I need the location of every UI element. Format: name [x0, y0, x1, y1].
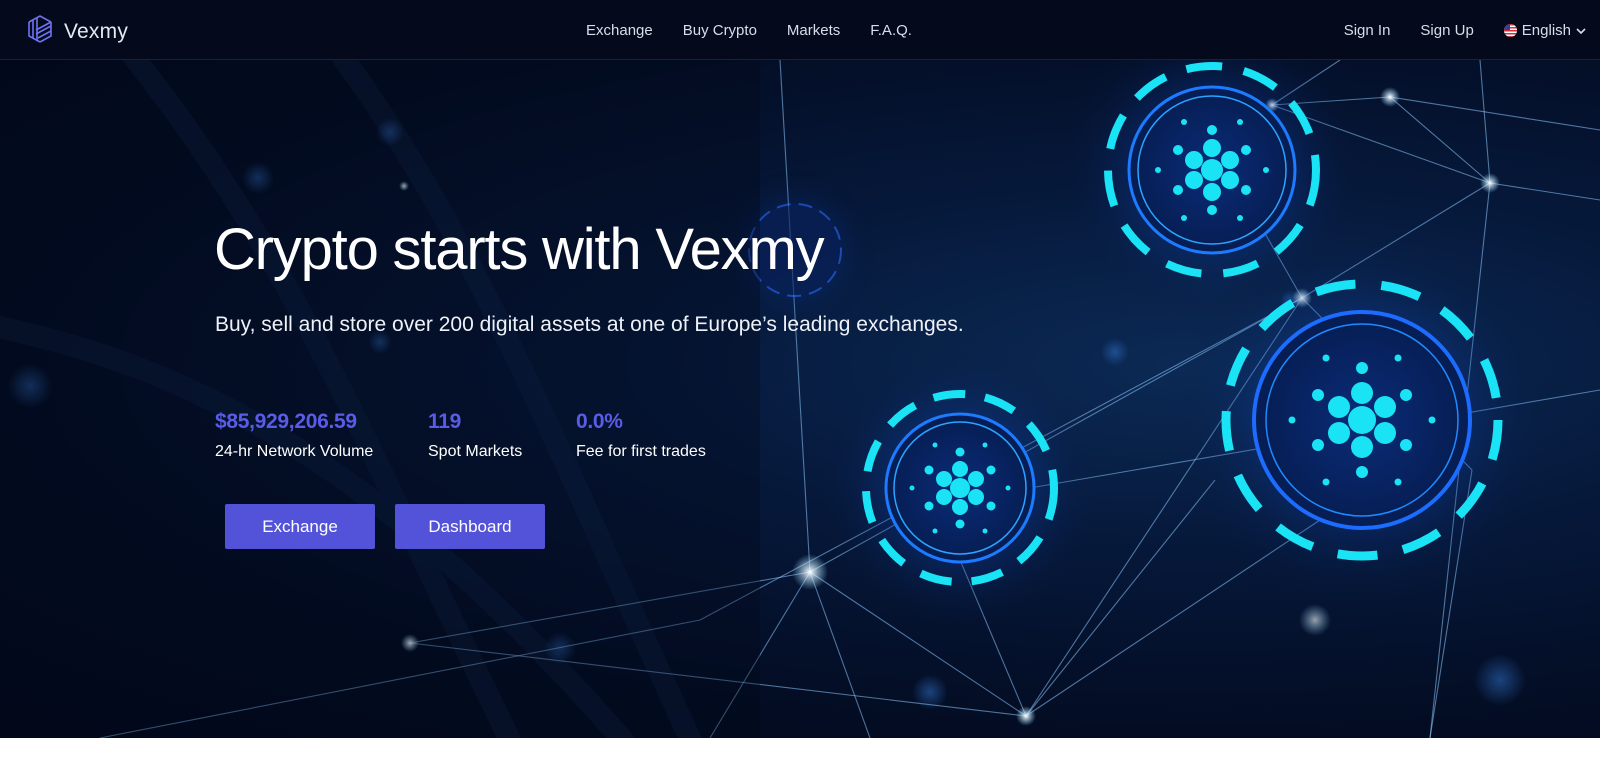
stat-trade-fee: 0.0% Fee for first trades [576, 410, 706, 461]
stat-label: Fee for first trades [576, 443, 706, 460]
brand-name: Vexmy [64, 19, 129, 43]
stat-value: 0.0% [576, 410, 623, 433]
account-nav: Sign In Sign Up English [1344, 0, 1586, 60]
nav-markets-link[interactable]: Markets [787, 22, 840, 39]
sign-in-link[interactable]: Sign In [1344, 22, 1391, 39]
hero-subtitle: Buy, sell and store over 200 digital ass… [215, 313, 964, 336]
stat-value: $85,929,206.59 [215, 410, 357, 433]
vexmy-logo-icon [26, 14, 54, 49]
sign-up-link[interactable]: Sign Up [1420, 22, 1473, 39]
language-label: English [1521, 21, 1571, 39]
stat-label: 24-hr Network Volume [215, 443, 374, 460]
nav-faq-link[interactable]: F.A.Q. [870, 22, 912, 39]
exchange-button[interactable]: Exchange [225, 504, 375, 549]
us-flag-icon [1503, 23, 1517, 37]
stat-label: Spot Markets [428, 443, 523, 460]
dashboard-button[interactable]: Dashboard [395, 504, 545, 549]
nav-buy-crypto-link[interactable]: Buy Crypto [683, 22, 757, 39]
nav-exchange-link[interactable]: Exchange [586, 22, 653, 39]
stat-network-volume: $85,929,206.59 24-hr Network Volume [215, 410, 373, 461]
top-navbar: Vexmy Exchange Buy Crypto Markets F.A.Q.… [0, 0, 1600, 60]
language-selector[interactable]: English [1503, 21, 1586, 39]
chevron-down-icon [1576, 22, 1586, 39]
hero-section: Crypto starts with Vexmy Buy, sell and s… [0, 60, 1600, 738]
main-nav: Exchange Buy Crypto Markets F.A.Q. [586, 0, 912, 60]
hero-content: Crypto starts with Vexmy Buy, sell and s… [214, 60, 1114, 738]
stat-spot-markets: 119 Spot Markets [428, 410, 522, 461]
hero-title: Crypto starts with Vexmy [214, 217, 825, 282]
brand-logo-link[interactable]: Vexmy [26, 14, 128, 49]
stat-value: 119 [428, 410, 461, 433]
